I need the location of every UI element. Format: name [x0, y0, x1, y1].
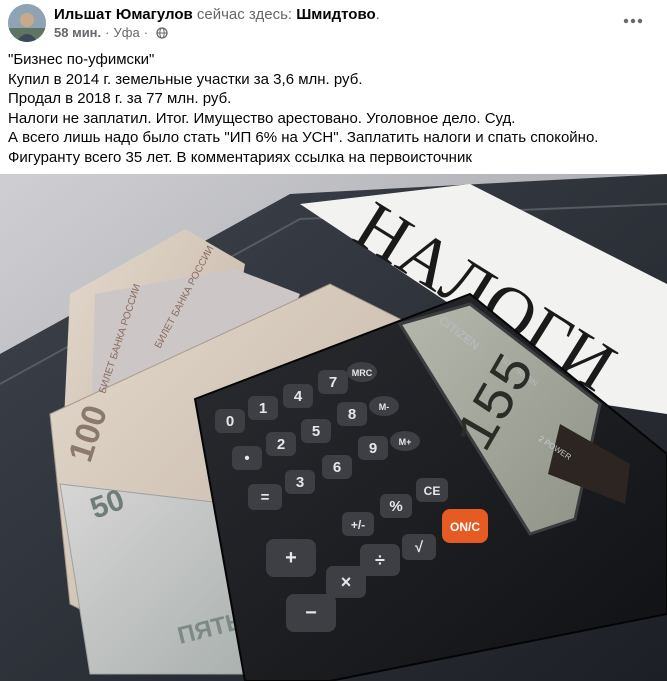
- svg-text:7: 7: [329, 374, 337, 391]
- svg-text:√: √: [415, 539, 424, 556]
- author-avatar[interactable]: [8, 4, 46, 42]
- svg-text:=: =: [261, 489, 270, 506]
- post-body-text: "Бизнес по-уфимски" Купил в 2014 г. земе…: [8, 50, 658, 167]
- key-plus: +: [266, 539, 316, 577]
- svg-text:×: ×: [341, 572, 352, 592]
- post-photo[interactable]: НАЛОГИ 100 50 БИЛЕТ БАНКА РОССИИ ПЯТЬДЕС…: [0, 174, 667, 681]
- svg-text:0: 0: [226, 413, 234, 430]
- svg-text:8: 8: [348, 406, 356, 423]
- svg-text:5: 5: [312, 423, 320, 440]
- post-time[interactable]: 58 мин.: [54, 25, 101, 41]
- svg-text:CE: CE: [424, 484, 441, 498]
- key-minus: −: [286, 594, 336, 632]
- svg-text:•: •: [244, 450, 249, 467]
- key-on-c: ON/C: [442, 509, 488, 543]
- svg-text:+/-: +/-: [351, 518, 365, 532]
- avatar-image: [8, 4, 46, 42]
- post-text-line: "Бизнес по-уфимски": [8, 51, 155, 68]
- place-name[interactable]: Шмидтово: [296, 6, 375, 23]
- key-percent: %: [380, 494, 412, 518]
- svg-text:÷: ÷: [375, 550, 385, 570]
- checkin-text: сейчас здесь:: [192, 6, 297, 23]
- svg-text:M-: M-: [379, 402, 390, 412]
- place-suffix: .: [375, 6, 380, 23]
- globe-icon[interactable]: [156, 27, 168, 39]
- key-6: 6: [322, 455, 352, 479]
- key-0: 0: [215, 409, 245, 433]
- svg-text:%: %: [389, 498, 402, 515]
- post-text-line: Налоги не заплатил. Итог. Имущество арес…: [8, 109, 516, 127]
- svg-text:M+: M+: [399, 437, 412, 447]
- key-ce: CE: [416, 478, 448, 502]
- key-9: 9: [358, 436, 388, 460]
- post-header: Ильшат Юмагулов сейчас здесь: Шмидтово. …: [0, 0, 667, 48]
- key-2: 2: [266, 432, 296, 456]
- svg-text:2: 2: [277, 436, 285, 453]
- key-3: 3: [285, 470, 315, 494]
- post-text-line: Купил в 2014 г. земельные участки за 3,6…: [8, 70, 363, 88]
- svg-text:3: 3: [296, 474, 304, 491]
- post-text-line: Фигуранту всего 35 лет. В комментариях с…: [8, 148, 472, 166]
- svg-text:1: 1: [259, 400, 267, 417]
- key-5: 5: [301, 419, 331, 443]
- key-divide: ÷: [360, 544, 400, 576]
- key-1: 1: [248, 396, 278, 420]
- post-options-button[interactable]: [616, 8, 650, 34]
- svg-text:−: −: [305, 602, 317, 624]
- more-dots-icon: [623, 18, 643, 24]
- key-plus-minus: +/-: [342, 512, 374, 536]
- key-sqrt: √: [402, 534, 436, 560]
- key-m-plus: M+: [390, 431, 420, 451]
- key-equals: =: [248, 484, 282, 510]
- svg-text:ON/C: ON/C: [450, 520, 480, 534]
- author-line: Ильшат Юмагулов сейчас здесь: Шмидтово.: [54, 6, 380, 24]
- key-7: 7: [318, 370, 348, 394]
- key-8: 8: [337, 402, 367, 426]
- key-mrc: MRC: [347, 362, 377, 382]
- svg-text:4: 4: [294, 388, 303, 405]
- meta-separator: ·: [105, 25, 110, 40]
- key-dot: •: [232, 446, 262, 470]
- svg-text:6: 6: [333, 459, 341, 476]
- svg-text:MRC: MRC: [352, 368, 373, 378]
- meta-separator-2: ·: [143, 25, 149, 40]
- key-times: ×: [326, 566, 366, 598]
- author-name[interactable]: Ильшат Юмагулов: [54, 6, 193, 23]
- key-4: 4: [283, 384, 313, 408]
- post-text-line: Продал в 2018 г. за 77 млн. руб.: [8, 90, 232, 107]
- post-meta: 58 мин. · Уфа ·: [54, 25, 168, 41]
- post-location: Уфа: [113, 25, 140, 40]
- post-text-line: А всего лишь надо было стать "ИП 6% на У…: [8, 129, 599, 146]
- key-m-minus: M-: [369, 396, 399, 416]
- svg-text:+: +: [285, 547, 297, 569]
- svg-text:9: 9: [369, 440, 377, 457]
